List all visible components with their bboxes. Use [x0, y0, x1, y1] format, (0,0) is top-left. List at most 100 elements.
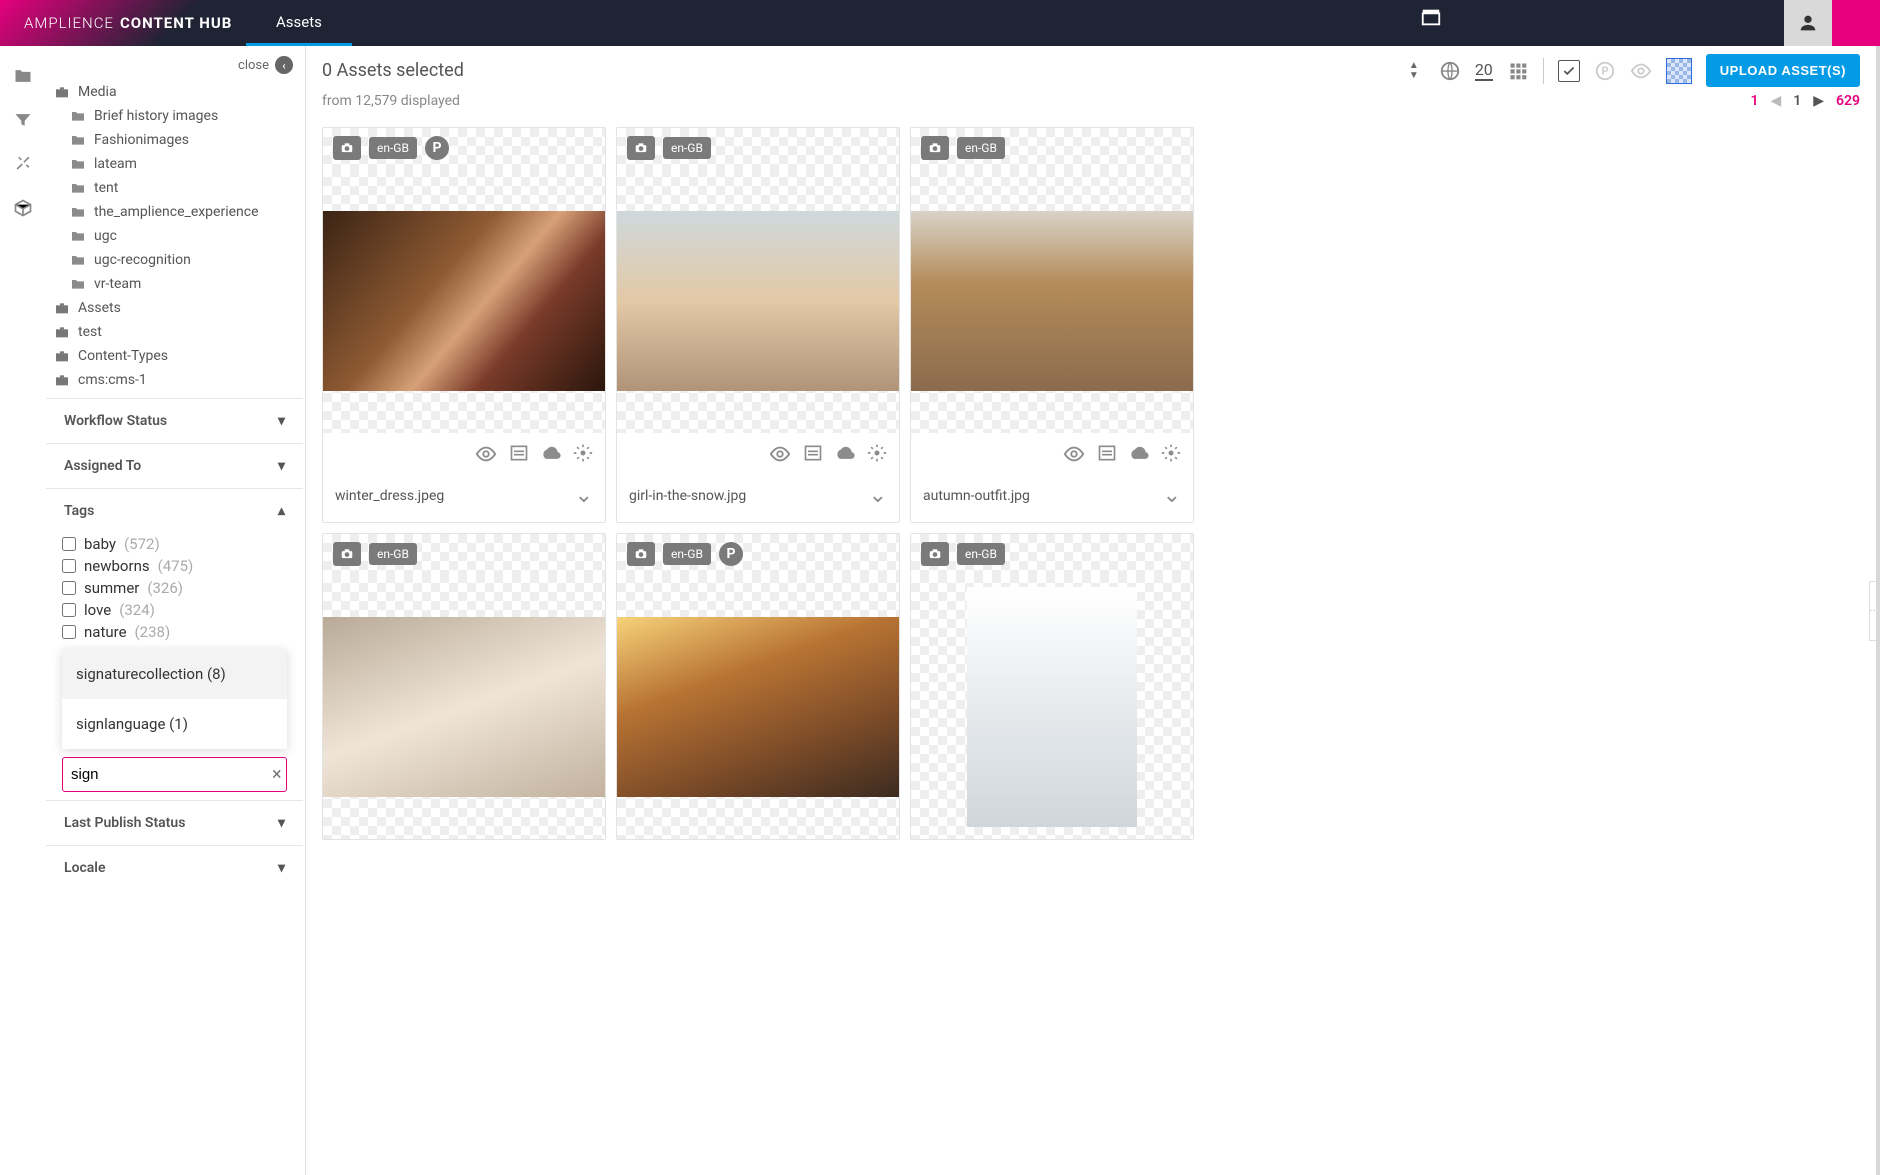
folder-item[interactable]: vr-team: [70, 272, 295, 296]
chevron-down-icon[interactable]: ⌄: [1163, 483, 1181, 508]
pager-last[interactable]: 629: [1836, 93, 1860, 109]
gear-icon[interactable]: [573, 443, 593, 465]
folder-tree: Media Brief history imagesFashionimagesl…: [46, 80, 303, 398]
svg-text:P: P: [1601, 64, 1608, 77]
folder-item[interactable]: lateam: [70, 152, 295, 176]
library-item[interactable]: test: [54, 320, 295, 344]
edit-icon[interactable]: [803, 443, 823, 465]
accordion-assigned[interactable]: Assigned To ▾: [46, 443, 303, 488]
pager-next[interactable]: ▶: [1813, 93, 1824, 109]
asset-card[interactable]: en-GB: [910, 533, 1194, 840]
asset-filename: winter_dress.jpeg: [335, 488, 444, 504]
tag-suggestion[interactable]: signlanguage (1): [62, 699, 287, 749]
tag-checkbox[interactable]: [62, 559, 76, 573]
asset-card[interactable]: en-GB: [322, 533, 606, 840]
accordion-last-publish[interactable]: Last Publish Status ▾: [46, 800, 303, 845]
brand-logo: AMPLIENCE CONTENT HUB: [0, 0, 246, 46]
folder-item[interactable]: ugc-recognition: [70, 248, 295, 272]
locale-badge: en-GB: [663, 543, 711, 565]
globe-icon[interactable]: [1439, 60, 1461, 82]
tag-checkbox-row[interactable]: newborns (475): [62, 555, 287, 577]
folder-item[interactable]: Brief history images: [70, 104, 295, 128]
pager-prev[interactable]: ◀: [1770, 93, 1781, 109]
edit-icon[interactable]: [1097, 443, 1117, 465]
asset-thumbnail[interactable]: [323, 574, 605, 839]
library-item[interactable]: Assets: [54, 296, 295, 320]
tag-checkbox[interactable]: [62, 537, 76, 551]
tag-search-input[interactable]: [71, 766, 270, 783]
folder-item[interactable]: the_amplience_experience: [70, 200, 295, 224]
tree-media-root[interactable]: Media: [54, 80, 295, 104]
folder-item[interactable]: tent: [70, 176, 295, 200]
asset-card[interactable]: en-GBgirl-in-the-snow.jpg⌄: [616, 127, 900, 523]
accordion-tags[interactable]: Tags ▴: [46, 488, 303, 533]
camera-icon: [333, 542, 361, 566]
download-icon[interactable]: [541, 443, 561, 465]
asset-thumbnail[interactable]: [323, 168, 605, 433]
download-icon[interactable]: [835, 443, 855, 465]
selection-count: 0 Assets selected: [322, 60, 464, 81]
accordion-locale[interactable]: Locale ▾: [46, 845, 303, 890]
preview-icon[interactable]: [769, 443, 791, 465]
select-all-toggle[interactable]: [1558, 60, 1580, 82]
chevron-down-icon[interactable]: ⌄: [575, 483, 593, 508]
rail-package-icon[interactable]: [11, 196, 35, 220]
right-panel-handle[interactable]: ⋮: [1869, 581, 1877, 641]
locale-badge: en-GB: [957, 137, 1005, 159]
library-item[interactable]: cms:cms-1: [54, 368, 295, 392]
tag-checkbox[interactable]: [62, 581, 76, 595]
asset-card[interactable]: en-GBPwinter_dress.jpeg⌄: [322, 127, 606, 523]
gear-icon[interactable]: [1161, 443, 1181, 465]
caret-down-icon: ▾: [278, 815, 285, 831]
briefcase-icon: [54, 84, 70, 100]
rail-folders-icon[interactable]: [11, 64, 35, 88]
tag-suggestion[interactable]: signaturecollection (8): [62, 649, 287, 699]
tag-checkbox[interactable]: [62, 625, 76, 639]
tag-checkbox-row[interactable]: baby (572): [62, 533, 287, 555]
edit-icon[interactable]: [509, 443, 529, 465]
rail-tools-icon[interactable]: [11, 152, 35, 176]
per-page-select[interactable]: 20: [1475, 60, 1493, 81]
pagination: 1 ◀ 1 ▶ 629: [1750, 93, 1860, 109]
app-switcher-button[interactable]: [1832, 0, 1880, 46]
asset-grid: en-GBPwinter_dress.jpeg⌄en-GBgirl-in-the…: [306, 121, 1876, 870]
locale-badge: en-GB: [957, 543, 1005, 565]
camera-icon: [627, 542, 655, 566]
tag-checkbox-row[interactable]: summer (326): [62, 577, 287, 599]
tag-checkbox-row[interactable]: love (324): [62, 599, 287, 621]
user-menu-button[interactable]: [1784, 0, 1832, 46]
folder-item[interactable]: ugc: [70, 224, 295, 248]
preview-icon[interactable]: [475, 443, 497, 465]
chevron-down-icon[interactable]: ⌄: [869, 483, 887, 508]
asset-card[interactable]: en-GBautumn-outfit.jpg⌄: [910, 127, 1194, 523]
rail-filter-icon[interactable]: [11, 108, 35, 132]
accordion-workflow[interactable]: Workflow Status ▾: [46, 398, 303, 443]
gear-icon[interactable]: [867, 443, 887, 465]
download-icon[interactable]: [1129, 443, 1149, 465]
preview-icon[interactable]: [1063, 443, 1085, 465]
asset-card[interactable]: en-GB P: [616, 533, 900, 840]
asset-thumbnail[interactable]: [617, 168, 899, 433]
nav-assets[interactable]: Assets: [246, 0, 352, 46]
grid-view-icon[interactable]: [1507, 60, 1529, 82]
published-badge-icon: P: [425, 136, 449, 160]
upload-button[interactable]: UPLOAD ASSET(S): [1706, 54, 1860, 87]
transparency-toggle[interactable]: [1666, 58, 1692, 84]
folder-icon: [70, 108, 86, 124]
library-item[interactable]: Content-Types: [54, 344, 295, 368]
publish-icon[interactable]: P: [1594, 60, 1616, 82]
tag-checkbox-row[interactable]: nature (238): [62, 621, 287, 643]
folder-item[interactable]: Fashionimages: [70, 128, 295, 152]
clear-search-icon[interactable]: ×: [270, 764, 284, 785]
sort-control[interactable]: ▲▼: [1403, 60, 1425, 82]
published-badge-icon: P: [719, 542, 743, 566]
preview-icon[interactable]: [1630, 60, 1652, 82]
pager-first[interactable]: 1: [1750, 93, 1758, 109]
asset-thumbnail[interactable]: [617, 574, 899, 839]
sidebar-close[interactable]: close ‹: [46, 46, 303, 80]
locale-badge: en-GB: [663, 137, 711, 159]
asset-thumbnail[interactable]: [911, 574, 1193, 839]
tag-checkbox[interactable]: [62, 603, 76, 617]
tag-search-input-wrap[interactable]: ×: [62, 757, 287, 792]
asset-thumbnail[interactable]: [911, 168, 1193, 433]
